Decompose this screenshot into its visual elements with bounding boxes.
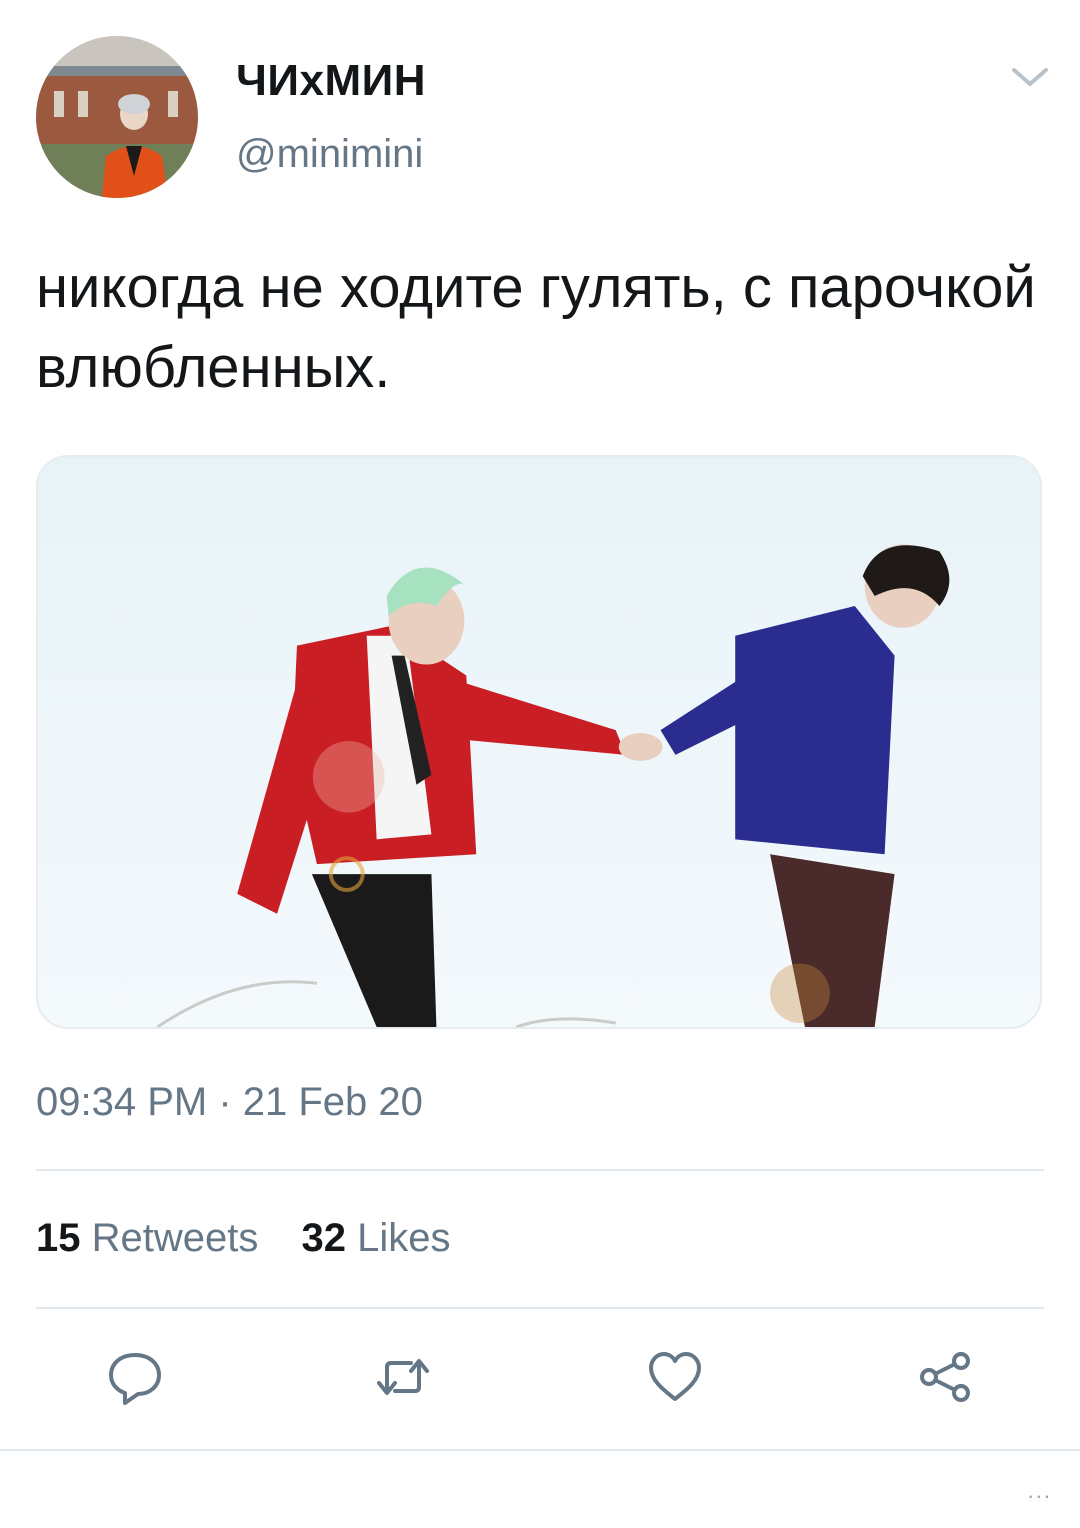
tweet-stats: 15 Retweets 32 Likes — [36, 1216, 483, 1261]
likes-stat[interactable]: 32 Likes — [302, 1216, 451, 1261]
share-button[interactable] — [915, 1347, 975, 1407]
chevron-down-icon[interactable] — [1008, 62, 1052, 92]
retweet-icon — [377, 1359, 429, 1395]
avatar-image — [36, 36, 198, 198]
retweets-label: Retweets — [91, 1216, 259, 1260]
like-button[interactable] — [645, 1347, 705, 1407]
avatar[interactable] — [36, 36, 198, 198]
tweet-photo[interactable] — [36, 455, 1042, 1029]
heart-icon — [649, 1352, 701, 1401]
reply-button[interactable] — [105, 1347, 165, 1407]
reply-icon — [109, 1353, 161, 1405]
retweets-stat[interactable]: 15 Retweets — [36, 1216, 258, 1261]
photo-image — [38, 457, 1040, 1027]
user-handle[interactable]: @minimini — [236, 132, 423, 177]
likes-count: 32 — [301, 1216, 347, 1260]
display-name[interactable]: ЧИхМИН — [236, 56, 426, 106]
share-icon — [920, 1352, 970, 1402]
divider — [0, 1449, 1080, 1451]
tweet-text: никогда не ходите гулять, с парочкой влю… — [36, 255, 1036, 400]
tweet-timestamp: 09:34 PM · 21 Feb 20 — [36, 1080, 423, 1124]
retweets-count: 15 — [36, 1216, 81, 1260]
divider — [36, 1169, 1044, 1171]
tweet-detail: ЧИхМИН @minimini никогда не ходите гулят… — [0, 0, 1080, 1528]
more-dots-icon: ... — [1027, 1478, 1052, 1503]
likes-label: Likes — [357, 1216, 451, 1260]
retweet-button[interactable] — [373, 1347, 433, 1407]
divider — [36, 1307, 1044, 1309]
